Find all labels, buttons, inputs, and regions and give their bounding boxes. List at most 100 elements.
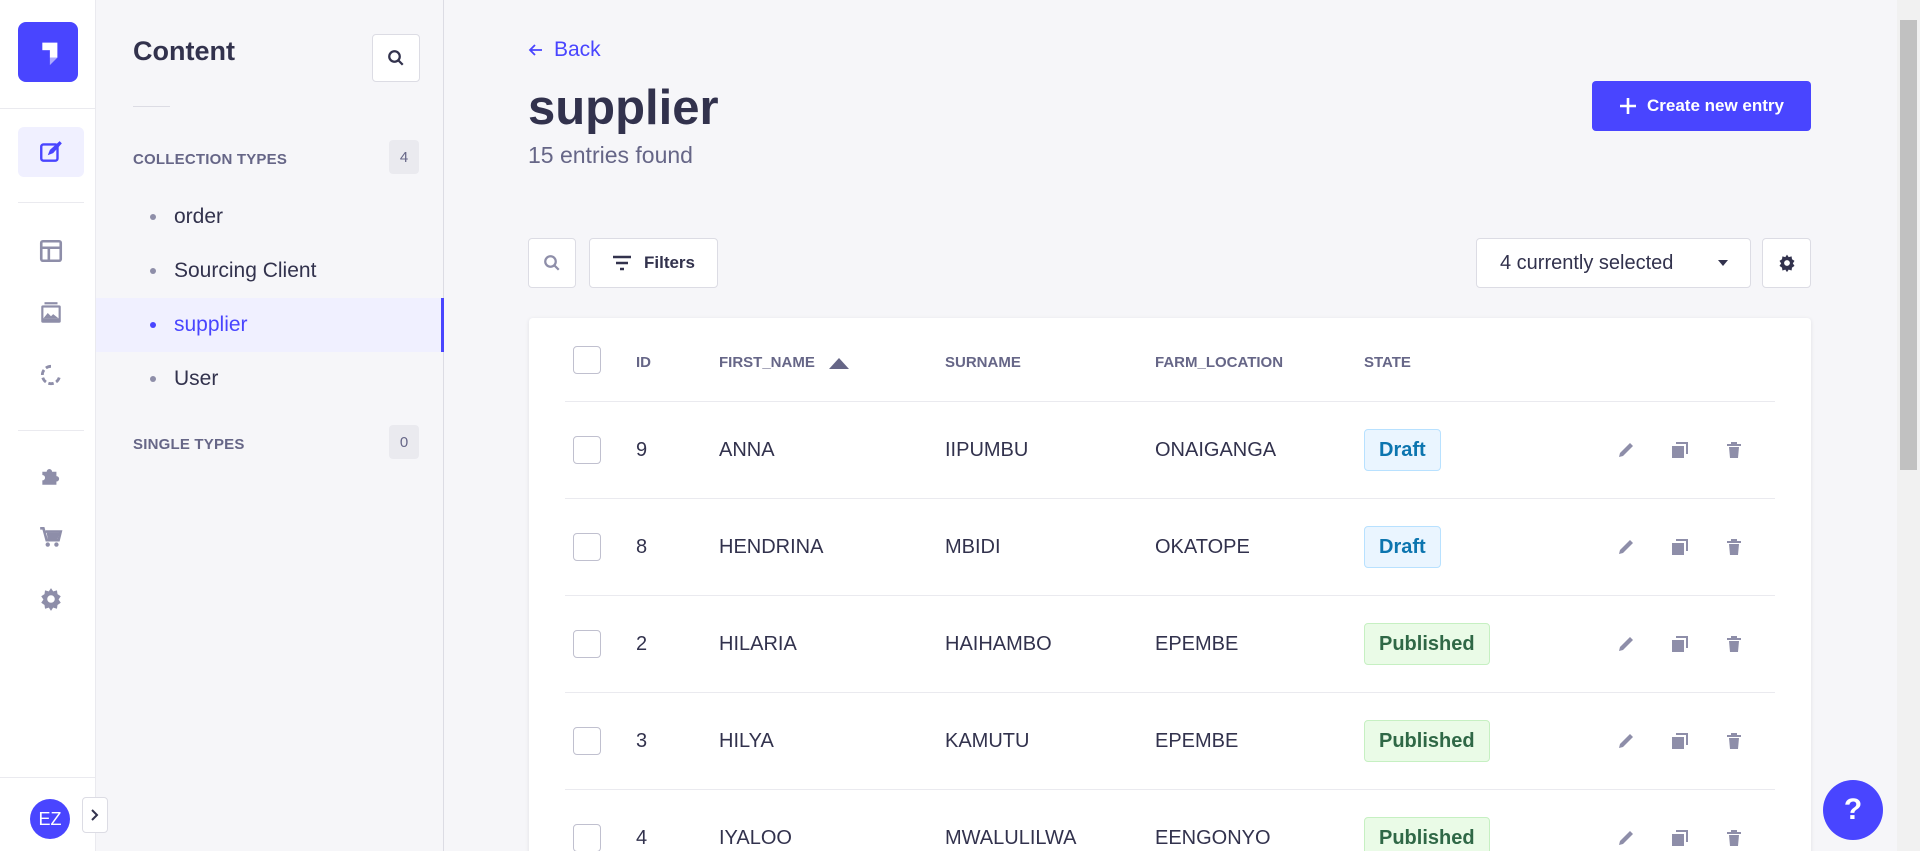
trash-icon [1727, 636, 1741, 652]
duplicate-entry-button[interactable] [1667, 825, 1693, 851]
row-checkbox[interactable] [573, 436, 601, 464]
column-header-farm-location[interactable]: FARM_LOCATION [1155, 354, 1283, 371]
filters-label: Filters [643, 253, 696, 272]
trash-icon [1727, 830, 1741, 846]
nav-item-supplier[interactable]: supplier [96, 298, 444, 352]
subnav-search-button[interactable] [372, 34, 420, 82]
column-header-surname[interactable]: SURNAME [945, 354, 1021, 371]
column-header-label: FIRST_NAME [719, 354, 815, 371]
edit-entry-button[interactable] [1613, 437, 1639, 463]
cell-id: 9 [636, 439, 648, 461]
duplicate-entry-button[interactable] [1667, 437, 1693, 463]
status-badge: Published [1364, 720, 1490, 762]
expand-nav-button[interactable] [82, 797, 108, 833]
cell-first-name: ANNA [719, 439, 775, 461]
delete-entry-button[interactable] [1721, 825, 1747, 851]
displayed-columns-select[interactable]: 4 currently selected [1476, 238, 1751, 288]
row-checkbox[interactable] [573, 824, 601, 851]
delete-entry-button[interactable] [1721, 437, 1747, 463]
plugins-link[interactable] [18, 450, 84, 500]
cell-surname: IIPUMBU [945, 439, 1029, 461]
row-checkbox[interactable] [573, 630, 601, 658]
cell-farm-location: EENGONYO [1155, 827, 1271, 849]
table-row[interactable]: 9 ANNA IIPUMBU ONAIGANGA Draft [565, 402, 1775, 499]
table-search-button[interactable] [528, 238, 576, 288]
column-header-state[interactable]: STATE [1364, 354, 1411, 371]
entries-count: 15 entries found [528, 142, 693, 168]
delete-entry-button[interactable] [1721, 728, 1747, 754]
cell-surname: HAIHAMBO [945, 633, 1052, 655]
table-row[interactable]: 2 HILARIA HAIHAMBO EPEMBE Published [565, 596, 1775, 693]
edit-entry-button[interactable] [1613, 631, 1639, 657]
column-header-first-name[interactable]: FIRST_NAME [719, 354, 849, 371]
displayed-columns-value: 4 currently selected [1500, 251, 1674, 274]
rail-divider [0, 108, 96, 109]
duplicate-entry-button[interactable] [1667, 728, 1693, 754]
cell-id: 2 [636, 633, 648, 655]
status-badge: Published [1364, 817, 1490, 851]
search-icon [388, 50, 404, 66]
duplicate-entry-button[interactable] [1667, 631, 1693, 657]
cell-first-name: IYALOO [719, 827, 792, 849]
media-library-link[interactable] [18, 288, 84, 338]
pencil-icon [1619, 831, 1633, 845]
column-header-id[interactable]: ID [636, 354, 651, 371]
select-all-checkbox[interactable] [573, 346, 601, 374]
subnav-title: Content [133, 36, 235, 66]
settings-link[interactable] [18, 574, 84, 624]
duplicate-entry-button[interactable] [1667, 534, 1693, 560]
subnav-divider [133, 106, 170, 107]
filters-button[interactable]: Filters [589, 238, 718, 288]
content-type-builder-link[interactable] [18, 226, 84, 276]
main-nav-rail: EZ [0, 0, 96, 851]
nav-item-sourcing-client[interactable]: Sourcing Client [96, 244, 444, 298]
nav-item-order[interactable]: order [96, 190, 444, 244]
status-badge: Draft [1364, 429, 1441, 471]
bullet-icon [150, 322, 156, 328]
nav-item-user[interactable]: User [96, 352, 444, 406]
create-new-entry-button[interactable]: Create new entry [1592, 81, 1811, 131]
table-header-row: ID FIRST_NAME SURNAME FARM_LOCATION STAT… [565, 318, 1775, 402]
cell-id: 4 [636, 827, 648, 849]
chevron-right-icon [91, 809, 99, 821]
gear-icon [1779, 254, 1794, 273]
delete-entry-button[interactable] [1721, 631, 1747, 657]
list-settings-button[interactable] [1762, 238, 1811, 288]
edit-entry-button[interactable] [1613, 534, 1639, 560]
bullet-icon [150, 214, 156, 220]
user-avatar[interactable]: EZ [30, 799, 70, 839]
releases-link[interactable] [18, 350, 84, 400]
back-link[interactable]: Back [528, 38, 601, 62]
nav-item-label: User [174, 367, 219, 390]
delete-entry-button[interactable] [1721, 534, 1747, 560]
content-type-builder-icon [39, 239, 63, 263]
single-types-heading[interactable]: SINGLE TYPES [133, 436, 245, 453]
rail-divider [0, 777, 96, 778]
chevron-down-icon [1718, 260, 1728, 266]
table-row[interactable]: 4 IYALOO MWALULILWA EENGONYO Published [565, 790, 1775, 851]
strapi-logo[interactable] [18, 22, 78, 82]
edit-entry-button[interactable] [1613, 825, 1639, 851]
status-badge: Published [1364, 623, 1490, 665]
sort-ascending-icon [828, 357, 849, 369]
pencil-icon [1619, 637, 1633, 651]
content-manager-link[interactable] [18, 127, 84, 177]
scrollbar-thumb[interactable] [1900, 20, 1917, 470]
help-button[interactable]: ? [1823, 780, 1883, 840]
duplicate-icon [1672, 539, 1688, 555]
table-row[interactable]: 8 HENDRINA MBIDI OKATOPE Draft [565, 499, 1775, 596]
row-checkbox[interactable] [573, 727, 601, 755]
cell-first-name: HILYA [719, 730, 774, 752]
arrow-left-icon [528, 44, 542, 56]
collection-types-heading[interactable]: COLLECTION TYPES [133, 151, 287, 168]
table-row[interactable]: 3 HILYA KAMUTU EPEMBE Published [565, 693, 1775, 790]
pencil-icon [1619, 540, 1633, 554]
content-manager-icon [40, 141, 62, 162]
settings-icon [41, 588, 61, 611]
bullet-icon [150, 268, 156, 274]
row-checkbox[interactable] [573, 533, 601, 561]
edit-entry-button[interactable] [1613, 728, 1639, 754]
cell-surname: MWALULILWA [945, 827, 1077, 849]
marketplace-link[interactable] [18, 512, 84, 562]
cell-farm-location: EPEMBE [1155, 730, 1239, 752]
